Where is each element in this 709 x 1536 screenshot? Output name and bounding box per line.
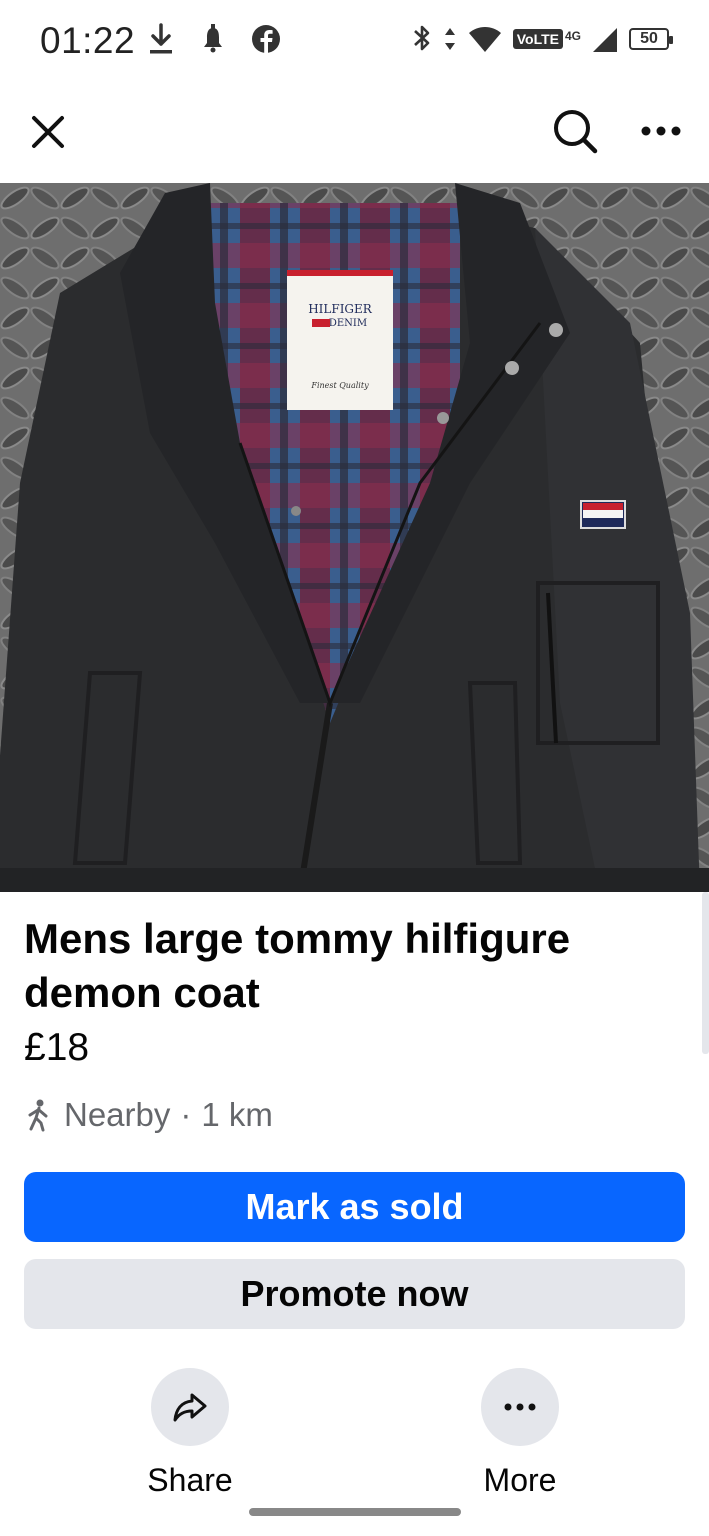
status-left-icons <box>146 22 280 56</box>
facebook-icon <box>250 22 280 56</box>
more-horizontal-icon <box>504 1403 536 1411</box>
battery-level: 50 <box>640 30 658 47</box>
location-separator: · <box>180 1096 192 1133</box>
home-indicator[interactable] <box>249 1508 461 1516</box>
top-bar <box>0 96 709 170</box>
search-button[interactable] <box>550 106 600 156</box>
volte-badge: VoLTE <box>512 29 563 49</box>
more-button[interactable] <box>481 1368 559 1446</box>
listing-location: Nearby · 1 km <box>24 1096 273 1134</box>
data-arrows-icon <box>443 22 457 56</box>
status-time: 01:22 <box>40 20 136 61</box>
volte-icon: VoLTE 4G <box>512 29 581 49</box>
more-options-button[interactable] <box>636 116 686 146</box>
download-icon <box>146 22 176 56</box>
battery-icon: 50 <box>629 28 673 50</box>
listing-photo[interactable]: HILFIGER DENIM Finest Quality <box>0 183 709 892</box>
close-button[interactable] <box>26 110 70 154</box>
listing-price: £18 <box>24 1026 90 1069</box>
walking-icon <box>28 1099 48 1132</box>
signal-icon <box>591 22 619 56</box>
bluetooth-icon <box>411 22 433 56</box>
wifi-icon <box>467 22 503 56</box>
promote-now-button[interactable]: Promote now <box>24 1259 685 1329</box>
notification-icon <box>198 22 228 56</box>
close-icon <box>32 116 64 148</box>
search-icon <box>554 110 598 154</box>
status-right-icons: VoLTE 4G 50 <box>411 22 673 56</box>
location-distance: 1 km <box>201 1096 273 1133</box>
scroll-indicator[interactable] <box>702 892 709 1054</box>
label-brand-line2: DENIM <box>329 318 367 329</box>
location-prefix: Nearby <box>64 1096 171 1133</box>
more-label: More <box>483 1462 557 1498</box>
more-horizontal-icon <box>641 126 681 136</box>
label-tagline: Finest Quality <box>310 381 369 390</box>
share-label: Share <box>147 1462 233 1498</box>
status-bar: 01:22 VoLTE 4G 50 <box>0 0 709 82</box>
share-button[interactable] <box>151 1368 229 1446</box>
more-action[interactable]: More <box>450 1368 590 1499</box>
network-type: 4G <box>564 29 581 43</box>
share-icon <box>173 1393 207 1422</box>
listing-title: Mens large tommy hilfigure demon coat <box>24 915 571 1016</box>
share-action[interactable]: Share <box>120 1368 260 1499</box>
mark-as-sold-button[interactable]: Mark as sold <box>24 1172 685 1242</box>
label-brand-line1: HILFIGER <box>308 302 373 316</box>
